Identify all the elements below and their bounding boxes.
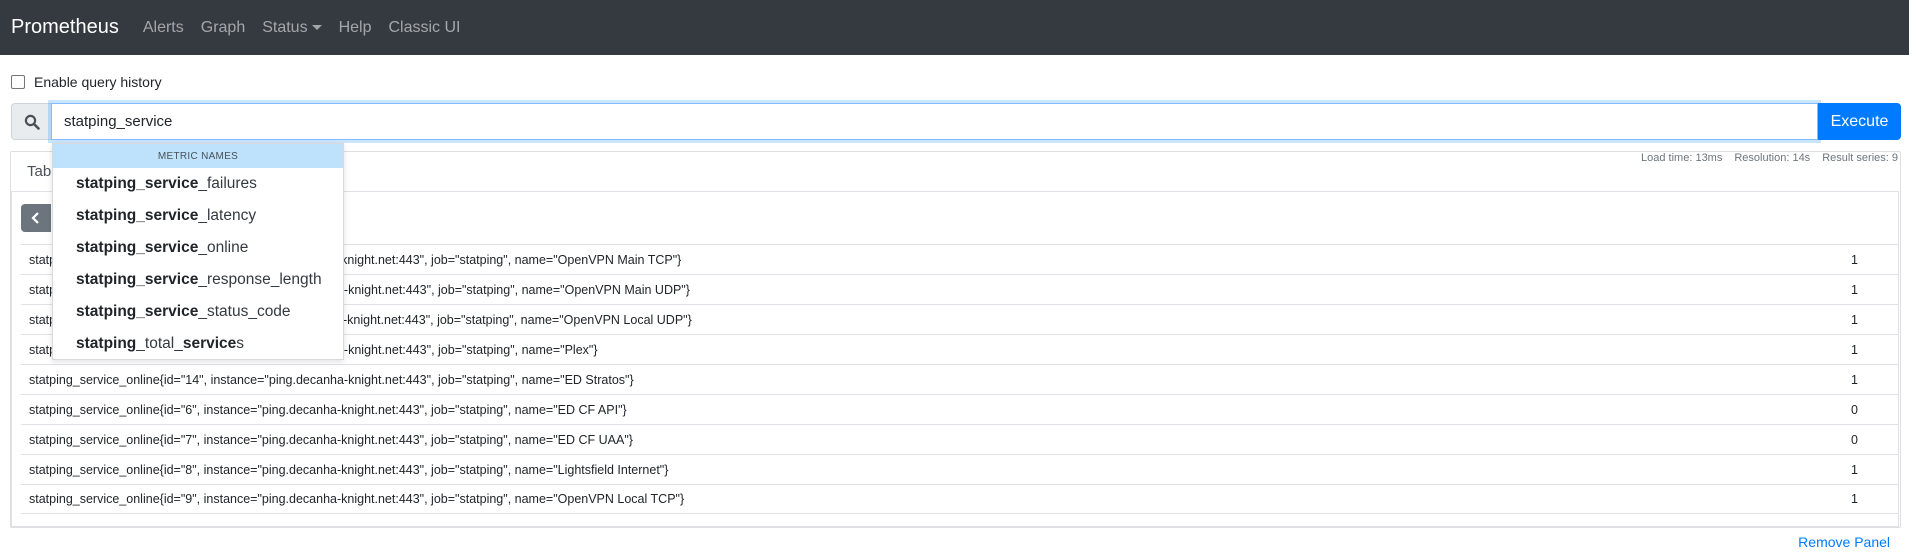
query-history-checkbox[interactable] bbox=[11, 75, 25, 89]
suffix-text: _response_length bbox=[198, 271, 322, 288]
series-label: statping_service_online{id="7", instance… bbox=[29, 432, 633, 447]
mid-text: _total_ bbox=[136, 335, 183, 352]
search-icon bbox=[24, 114, 40, 130]
query-history-label: Enable query history bbox=[34, 74, 162, 90]
series-value: 1 bbox=[1851, 372, 1858, 387]
query-history-toggle[interactable]: Enable query history bbox=[11, 74, 162, 90]
expression-text: statping_service bbox=[64, 113, 173, 130]
series-value: 1 bbox=[1851, 252, 1858, 267]
autocomplete-item[interactable]: statping_service _online bbox=[53, 232, 343, 264]
series-value: 1 bbox=[1851, 342, 1858, 357]
autocomplete-item[interactable]: statping_service _latency bbox=[53, 200, 343, 232]
table-row: statping_service_online{id="9", instance… bbox=[21, 484, 1898, 514]
suffix-text: _latency bbox=[198, 207, 257, 224]
result-series: Result series: 9 bbox=[1822, 152, 1898, 164]
suffix-text: _online bbox=[198, 239, 249, 256]
chevron-left-icon bbox=[31, 212, 39, 224]
match-text: statping_service bbox=[76, 303, 199, 320]
nav-graph[interactable]: Graph bbox=[201, 19, 245, 37]
remove-panel-link[interactable]: Remove Panel bbox=[1798, 534, 1890, 550]
series-label: statping_service_online{id="6", instance… bbox=[29, 402, 627, 417]
suffix-text: s bbox=[236, 335, 245, 352]
nav-alerts[interactable]: Alerts bbox=[143, 19, 184, 37]
suffix-text: _status_code bbox=[198, 303, 291, 320]
autocomplete-dropdown: METRIC NAMES statping_service _failures s… bbox=[52, 143, 344, 360]
nav-help[interactable]: Help bbox=[339, 19, 372, 37]
load-time: Load time: 13ms bbox=[1641, 152, 1723, 164]
nav-classic-ui[interactable]: Classic UI bbox=[388, 19, 460, 37]
table-row: statping_service_online{id="6", instance… bbox=[21, 394, 1898, 424]
table-row: statping_service_online{id="7", instance… bbox=[21, 424, 1898, 454]
series-label: statping_service_online{id="9", instance… bbox=[29, 492, 685, 506]
series-value: 0 bbox=[1851, 402, 1858, 417]
table-row: statping_service_online{id="8", instance… bbox=[21, 454, 1898, 484]
caret-down-icon bbox=[311, 25, 322, 30]
series-value: 1 bbox=[1851, 312, 1858, 327]
series-value: 1 bbox=[1851, 462, 1858, 477]
series-label: statping_service_online{id="14", instanc… bbox=[29, 372, 634, 387]
table-row: statping_service_online{id="14", instanc… bbox=[21, 364, 1898, 394]
nav-status-label: Status bbox=[262, 18, 308, 36]
autocomplete-item[interactable]: statping_service _failures bbox=[53, 168, 343, 200]
resolution: Resolution: 14s bbox=[1734, 152, 1811, 164]
match-text: statping_service bbox=[76, 207, 199, 224]
query-stats: Load time: 13ms Resolution: 14s Result s… bbox=[1641, 152, 1898, 164]
brand-logo[interactable]: Prometheus bbox=[11, 16, 119, 39]
navbar: Prometheus Alerts Graph Status Help Clas… bbox=[0, 0, 1909, 55]
expression-input[interactable]: statping_service bbox=[51, 103, 1818, 140]
series-value: 1 bbox=[1851, 282, 1858, 297]
match-text: statping_service bbox=[76, 271, 199, 288]
match-text: statping_service bbox=[76, 175, 199, 192]
execute-button[interactable]: Execute bbox=[1818, 103, 1901, 140]
nav-status-dropdown[interactable]: Status bbox=[262, 18, 322, 37]
series-value: 0 bbox=[1851, 432, 1858, 447]
autocomplete-item[interactable]: statping _total_ service s bbox=[53, 328, 343, 360]
match-text: statping bbox=[76, 335, 137, 352]
series-label: statping_service_online{id="8", instance… bbox=[29, 462, 669, 477]
series-value: 1 bbox=[1851, 492, 1858, 506]
match-text: statping_service bbox=[76, 239, 199, 256]
autocomplete-header: METRIC NAMES bbox=[53, 144, 343, 168]
match-text: service bbox=[182, 335, 237, 352]
suffix-text: _failures bbox=[198, 175, 257, 192]
prev-time-button[interactable] bbox=[21, 204, 51, 232]
autocomplete-item[interactable]: statping_service _response_length bbox=[53, 264, 343, 296]
autocomplete-item[interactable]: statping_service _status_code bbox=[53, 296, 343, 328]
search-addon bbox=[11, 103, 51, 140]
